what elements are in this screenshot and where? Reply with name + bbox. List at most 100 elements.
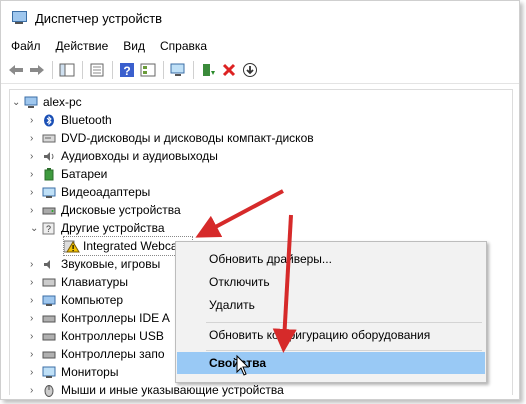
tree-item-label: DVD-дисководы и дисководы компакт-дисков: [61, 131, 314, 145]
tree-item-video[interactable]: › Видеоадаптеры: [30, 183, 150, 201]
tree-item-label: Другие устройства: [61, 221, 165, 235]
tree-item-bluetooth[interactable]: › Bluetooth: [30, 111, 112, 129]
context-menu: Обновить драйверы... Отключить Удалить О…: [175, 241, 487, 383]
tree-item-usb[interactable]: › Контроллеры USB: [30, 327, 164, 345]
tree-item-mice[interactable]: › Мыши и иные указывающие устройства: [30, 381, 284, 399]
chevron-down-icon[interactable]: ⌄: [30, 223, 42, 234]
toolbar: ?: [1, 57, 519, 84]
svg-text:?: ?: [46, 224, 51, 234]
update-driver-icon[interactable]: [199, 61, 217, 79]
chevron-right-icon[interactable]: ›: [30, 133, 42, 144]
chevron-right-icon[interactable]: ›: [30, 349, 42, 360]
tree-item-sound[interactable]: › Звуковые, игровы: [30, 255, 160, 273]
tree-item-computer[interactable]: › Компьютер: [30, 291, 123, 309]
unknown-device-icon: ?: [42, 222, 56, 235]
bluetooth-icon: [42, 114, 56, 127]
menu-item-scan-hardware[interactable]: Обновить конфигурацию оборудования: [177, 324, 485, 346]
toolbar-divider: [112, 61, 113, 79]
chevron-right-icon[interactable]: ›: [30, 205, 42, 216]
disk-drive-icon: [42, 204, 56, 217]
device-manager-window: Диспетчер устройств Файл Действие Вид Сп…: [0, 0, 520, 400]
chevron-right-icon[interactable]: ›: [30, 331, 42, 342]
tree-item-label: Дисковые устройства: [61, 203, 181, 217]
menu-action[interactable]: Действие: [56, 39, 109, 53]
device-manager-icon: [11, 11, 27, 25]
tree-item-dvd[interactable]: › DVD-дисководы и дисководы компакт-диск…: [30, 129, 314, 147]
battery-icon: [42, 167, 56, 181]
svg-text:?: ?: [123, 64, 130, 78]
uninstall-icon[interactable]: [220, 61, 238, 79]
title-bar: Диспетчер устройств: [1, 1, 519, 35]
scan-hardware-icon[interactable]: [169, 61, 187, 79]
tree-item-audio-io[interactable]: › Аудиовходы и аудиовыходы: [30, 147, 218, 165]
mouse-icon: [42, 384, 56, 397]
back-arrow-icon[interactable]: [7, 61, 25, 79]
properties-icon[interactable]: [88, 61, 106, 79]
chevron-down-icon[interactable]: ⌄: [12, 97, 24, 108]
computer-icon: [42, 294, 56, 307]
toolbar-divider: [193, 61, 194, 79]
menu-bar: Файл Действие Вид Справка: [1, 35, 519, 57]
chevron-right-icon[interactable]: ›: [30, 277, 42, 288]
tree-item-label: Аудиовходы и аудиовыходы: [61, 149, 218, 163]
view-details-icon[interactable]: [139, 61, 157, 79]
tree-item-label: Мыши и иные указывающие устройства: [61, 383, 284, 397]
tree-item-monitors[interactable]: › Мониторы: [30, 363, 118, 381]
tree-item-batteries[interactable]: › Батареи: [30, 165, 107, 183]
dvd-drive-icon: [42, 132, 56, 145]
menu-separator: [206, 322, 482, 323]
tree-item-label: Контроллеры запо: [61, 347, 165, 361]
tree-item-disk[interactable]: › Дисковые устройства: [30, 201, 181, 219]
chevron-right-icon[interactable]: ›: [30, 259, 42, 270]
storage-controller-icon: [42, 348, 56, 361]
chevron-right-icon[interactable]: ›: [30, 385, 42, 396]
warning-icon: [63, 240, 80, 253]
menu-item-uninstall[interactable]: Удалить: [177, 294, 485, 316]
download-circle-icon[interactable]: [241, 61, 259, 79]
display-adapter-icon: [42, 186, 56, 199]
toolbar-divider: [82, 61, 83, 79]
menu-separator: [206, 350, 482, 351]
tree-root[interactable]: ⌄ alex-pc: [12, 93, 82, 111]
tree-item-label: Bluetooth: [61, 113, 112, 127]
menu-item-disable[interactable]: Отключить: [177, 271, 485, 293]
toolbar-divider: [163, 61, 164, 79]
chevron-right-icon[interactable]: ›: [30, 367, 42, 378]
tree-item-label: Видеоадаптеры: [61, 185, 151, 199]
chevron-right-icon[interactable]: ›: [30, 115, 42, 126]
tree-item-label: Звуковые, игровы: [61, 257, 161, 271]
menu-item-properties[interactable]: Свойства: [177, 352, 485, 374]
forward-arrow-icon[interactable]: [28, 61, 46, 79]
menu-item-update-drivers[interactable]: Обновить драйверы...: [177, 248, 485, 270]
chevron-right-icon[interactable]: ›: [30, 313, 42, 324]
tree-item-webcam[interactable]: Integrated Webcam: [63, 236, 193, 256]
tree-item-label: Контроллеры IDE A: [61, 311, 170, 325]
chevron-right-icon[interactable]: ›: [30, 169, 42, 180]
usb-icon: [42, 330, 56, 343]
help-icon[interactable]: ?: [118, 61, 136, 79]
tree-item-label: Integrated Webcam: [83, 239, 188, 253]
menu-file[interactable]: Файл: [11, 39, 41, 53]
tree-item-storage[interactable]: › Контроллеры запо: [30, 345, 165, 363]
chevron-right-icon[interactable]: ›: [30, 295, 42, 306]
monitor-icon: [42, 366, 56, 379]
tree-item-ide[interactable]: › Контроллеры IDE A: [30, 309, 170, 327]
tree-item-label: Контроллеры USB: [61, 329, 164, 343]
chevron-right-icon[interactable]: ›: [30, 151, 42, 162]
tree-item-label: Батареи: [61, 167, 108, 181]
controller-icon: [42, 312, 56, 325]
tree-item-keyboards[interactable]: › Клавиатуры: [30, 273, 128, 291]
show-hide-tree-icon[interactable]: [58, 61, 76, 79]
tree-item-other[interactable]: ⌄ ? Другие устройства: [30, 219, 165, 237]
keyboard-icon: [42, 276, 56, 289]
menu-view[interactable]: Вид: [123, 39, 145, 53]
sound-icon: [42, 258, 56, 271]
menu-help[interactable]: Справка: [160, 39, 207, 53]
tree-item-label: Клавиатуры: [61, 275, 128, 289]
tree-item-label: Мониторы: [61, 365, 119, 379]
root-label: alex-pc: [43, 95, 82, 109]
speaker-icon: [42, 150, 56, 163]
toolbar-divider: [52, 61, 53, 79]
chevron-right-icon[interactable]: ›: [30, 187, 42, 198]
window-title: Диспетчер устройств: [35, 10, 163, 26]
